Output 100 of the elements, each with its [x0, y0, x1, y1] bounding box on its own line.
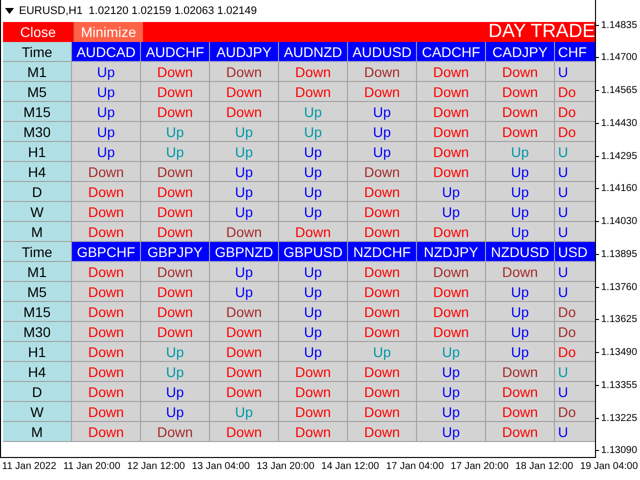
signal-cell: Down: [486, 262, 555, 282]
signal-cell: U: [555, 162, 595, 182]
pair-header-cell: AUDNZD: [279, 42, 348, 62]
signal-cell: Up: [279, 202, 348, 222]
price-label: 1.14430: [601, 118, 638, 129]
signal-cell: Do: [555, 122, 595, 142]
signal-cell: Up: [210, 262, 279, 282]
timeframe-cell: M30: [3, 322, 72, 342]
price-label: 1.13490: [601, 347, 638, 358]
signal-cell: Down: [279, 422, 348, 442]
signal-cell: Up: [279, 282, 348, 302]
timeframe-cell: H4: [3, 362, 72, 382]
signal-cell: Down: [348, 162, 417, 182]
timeframe-cell: H1: [3, 342, 72, 362]
minimize-button[interactable]: Minimize: [73, 22, 143, 42]
signal-cell: Do: [555, 82, 595, 102]
signal-cell: Do: [555, 322, 595, 342]
signal-cell: Down: [417, 162, 486, 182]
signal-cell: Down: [141, 262, 210, 282]
signal-cell: Down: [210, 82, 279, 102]
signal-cell: Do: [555, 342, 595, 362]
time-label: 11 Jan 20:00: [63, 461, 120, 472]
signal-cell: Up: [348, 142, 417, 162]
signal-cell: Down: [279, 82, 348, 102]
signal-cell: Up: [210, 202, 279, 222]
signal-cell: Down: [72, 162, 141, 182]
dropdown-triangle-icon[interactable]: [5, 8, 14, 14]
signal-cell: Down: [348, 382, 417, 402]
signal-cell: Up: [210, 162, 279, 182]
time-label: 14 Jan 12:00: [321, 461, 380, 472]
signal-cell: Up: [210, 142, 279, 162]
signal-cell: Down: [141, 222, 210, 242]
signal-cell: Up: [72, 62, 141, 82]
time-label: 12 Jan 12:00: [127, 461, 185, 472]
close-button[interactable]: Close: [3, 22, 73, 42]
signal-cell: Down: [141, 102, 210, 122]
signal-cell: Up: [141, 382, 210, 402]
signal-cell: Down: [141, 282, 210, 302]
pair-header-cell: GBPNZD: [210, 242, 279, 262]
signal-cell: U: [555, 362, 595, 382]
signal-cell: Down: [348, 282, 417, 302]
signal-cell: Up: [279, 342, 348, 362]
signal-cell: Down: [141, 422, 210, 442]
signal-cell: Down: [72, 362, 141, 382]
signal-cell: Up: [210, 402, 279, 422]
timeframe-cell: D: [3, 182, 72, 202]
signal-cell: U: [555, 222, 595, 242]
signal-cell: Up: [141, 342, 210, 362]
signal-cell: Down: [210, 322, 279, 342]
signal-cell: Up: [417, 402, 486, 422]
signal-cell: Down: [417, 62, 486, 82]
timeframe-cell: M30: [3, 122, 72, 142]
signal-cell: Up: [486, 162, 555, 182]
signal-cell: U: [555, 202, 595, 222]
pair-header-cell: AUDCHF: [141, 42, 210, 62]
pair-header-cell: AUDJPY: [210, 42, 279, 62]
signal-cell: Down: [417, 122, 486, 142]
signal-cell: Up: [348, 102, 417, 122]
time-label: 19 Jan 04:00: [580, 461, 638, 472]
signal-cell: Down: [348, 82, 417, 102]
price-label: 1.13225: [601, 412, 638, 424]
signal-cell: Up: [279, 142, 348, 162]
signal-cell: Down: [72, 282, 141, 302]
banner-title: DAY TRADE: [143, 22, 595, 42]
signal-cell: Down: [279, 62, 348, 82]
signal-cell: Up: [279, 302, 348, 322]
signal-cell: Down: [486, 362, 555, 382]
signal-cell: Do: [555, 302, 595, 322]
pair-header-cell: AUDUSD: [348, 42, 417, 62]
timeframe-cell: W: [3, 402, 72, 422]
signal-cell: Down: [486, 382, 555, 402]
signal-cell: Down: [348, 362, 417, 382]
timeframe-cell: M15: [3, 302, 72, 322]
timeframe-cell: M15: [3, 102, 72, 122]
signal-cell: Down: [348, 262, 417, 282]
time-label: 11 Jan 2022: [2, 461, 56, 472]
price-label: 1.13355: [601, 380, 638, 391]
signal-cell: Up: [348, 122, 417, 142]
signal-cell: Down: [141, 302, 210, 322]
signal-cell: Down: [72, 422, 141, 442]
signal-cell: U: [555, 62, 595, 82]
signal-cell: Up: [141, 142, 210, 162]
pair-header-cell: CADCHF: [417, 42, 486, 62]
time-label: 17 Jan 20:00: [450, 461, 508, 472]
pair-header-cell: CHF: [555, 42, 595, 62]
signal-cell: Up: [210, 122, 279, 142]
signal-cell: Down: [141, 182, 210, 202]
signal-cell: Down: [417, 102, 486, 122]
signal-cell: Up: [279, 322, 348, 342]
signal-cell: Up: [486, 342, 555, 362]
time-header-cell: Time: [3, 242, 72, 262]
signal-cell: Down: [348, 62, 417, 82]
pair-header-cell: CADJPY: [486, 42, 555, 62]
signal-cell: Down: [141, 202, 210, 222]
signal-cell: Down: [210, 222, 279, 242]
signal-cell: Up: [417, 342, 486, 362]
signal-cell: Down: [210, 102, 279, 122]
signal-cell: Up: [486, 322, 555, 342]
pair-header-cell: USD: [555, 242, 595, 262]
pair-header-cell: NZDCHF: [348, 242, 417, 262]
